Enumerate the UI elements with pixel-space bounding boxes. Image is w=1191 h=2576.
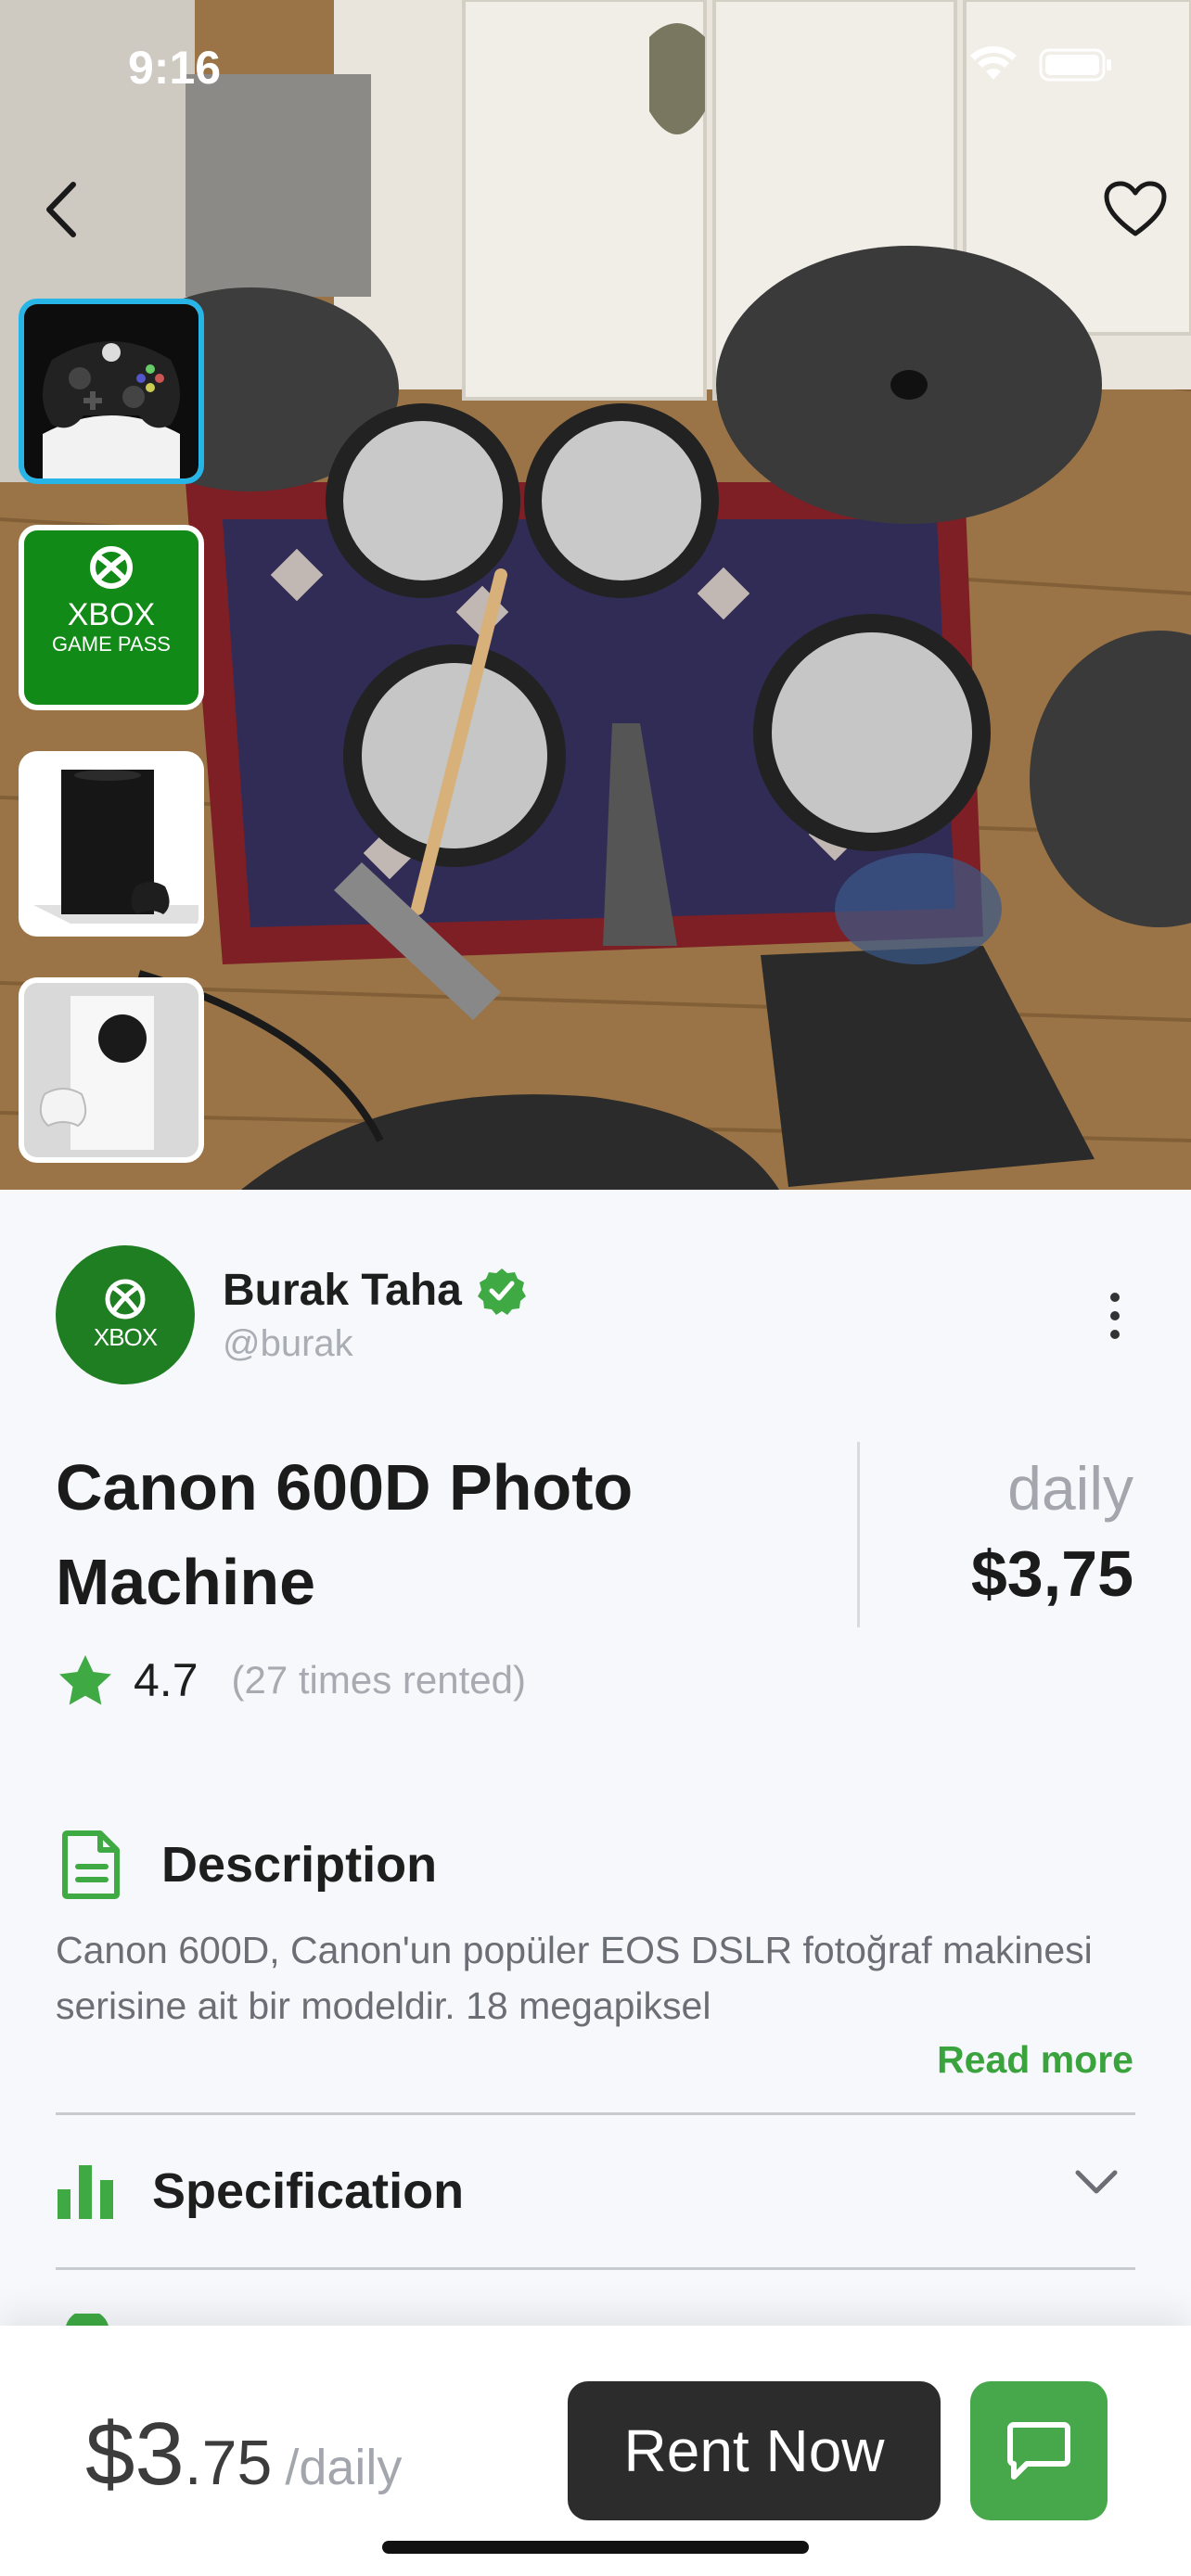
document-icon bbox=[62, 1830, 120, 1899]
bottom-price-period: /daily bbox=[285, 2440, 403, 2495]
seller-info: Burak Taha @burak bbox=[223, 1265, 527, 1365]
thumbnail-xbox-controller[interactable] bbox=[19, 299, 204, 484]
xbox-series-x-image bbox=[24, 757, 198, 931]
status-bar: 9:16 bbox=[0, 0, 1191, 130]
divider bbox=[56, 2267, 1135, 2270]
specification-title: Specification bbox=[152, 2163, 465, 2219]
kebab-dot bbox=[1110, 1330, 1120, 1339]
chevron-left-icon bbox=[46, 182, 76, 237]
wifi-icon bbox=[970, 46, 1017, 80]
status-icons bbox=[968, 46, 1113, 83]
rating: 4.7 (27 times rented) bbox=[58, 1653, 526, 1707]
product-title: Canon 600D Photo Machine bbox=[56, 1451, 634, 1618]
bottom-action-bar: $3 .75 /daily Rent Now bbox=[0, 2326, 1191, 2576]
xbox-controller-image bbox=[24, 304, 198, 478]
seller-name: Burak Taha bbox=[223, 1266, 462, 1315]
seller-card[interactable]: XBOX Burak Taha @burak bbox=[56, 1245, 527, 1384]
xbox-game-pass-image: XBOX GAME PASS bbox=[24, 530, 198, 705]
price-divider bbox=[857, 1442, 860, 1627]
price-period: daily bbox=[1007, 1454, 1133, 1523]
kebab-dot bbox=[1110, 1293, 1120, 1302]
more-options-button[interactable] bbox=[1087, 1279, 1143, 1353]
kebab-dot bbox=[1110, 1311, 1120, 1320]
rating-value: 4.7 bbox=[134, 1654, 198, 1706]
game-pass-line1: XBOX bbox=[68, 597, 155, 632]
rating-count: (27 times rented) bbox=[231, 1658, 526, 1702]
favorite-button[interactable] bbox=[1091, 165, 1180, 254]
chat-button[interactable] bbox=[970, 2381, 1108, 2520]
divider bbox=[56, 2112, 1135, 2115]
description-header: Description bbox=[61, 1830, 437, 1900]
status-time: 9:16 bbox=[128, 42, 222, 94]
game-pass-line2: GAME PASS bbox=[52, 632, 171, 656]
thumbnail-xbox-series-x[interactable] bbox=[19, 751, 204, 937]
description-text: Canon 600D, Canon'un popüler EOS DSLR fo… bbox=[56, 1929, 1093, 2027]
thumbnail-xbox-game-pass[interactable]: XBOX GAME PASS bbox=[19, 525, 204, 710]
bottom-price: $3 .75 /daily bbox=[85, 2404, 402, 2506]
thumbnail-xbox-series-s[interactable] bbox=[19, 977, 204, 1163]
bottom-price-int: $3 bbox=[85, 2404, 185, 2504]
heart-icon bbox=[1104, 181, 1167, 236]
bottom-price-decimal: .75 bbox=[184, 2428, 273, 2498]
xbox-logo-icon bbox=[105, 1279, 146, 1319]
thumbnail-strip: XBOX GAME PASS bbox=[19, 299, 204, 1163]
avatar[interactable]: XBOX bbox=[56, 1245, 195, 1384]
avatar-text: XBOX bbox=[93, 1322, 158, 1351]
verified-badge-icon bbox=[477, 1268, 526, 1315]
home-indicator bbox=[382, 2541, 809, 2554]
xbox-series-s-image bbox=[24, 983, 198, 1157]
product-details: XBOX Burak Taha @burak Canon 600D Photo … bbox=[0, 1190, 1191, 2332]
rent-now-button[interactable]: Rent Now bbox=[568, 2381, 941, 2520]
seller-handle: @burak bbox=[223, 1323, 353, 1364]
read-more-link[interactable]: Read more bbox=[937, 2038, 1133, 2082]
price-value: $3,75 bbox=[970, 1537, 1133, 1610]
back-button[interactable] bbox=[17, 165, 106, 254]
chat-icon bbox=[1007, 2422, 1070, 2480]
battery-icon bbox=[1039, 48, 1111, 82]
product-image-gallery[interactable]: 9:16 XBOX GAME PASS bbox=[0, 0, 1191, 1190]
chevron-down-icon bbox=[1075, 2170, 1118, 2194]
star-icon bbox=[59, 1655, 111, 1705]
bar-chart-icon bbox=[58, 2165, 113, 2219]
price-block: daily $3,75 bbox=[971, 1451, 1133, 1622]
specification-accordion[interactable]: Specification bbox=[56, 2117, 1135, 2265]
description-title: Description bbox=[161, 1837, 438, 1893]
